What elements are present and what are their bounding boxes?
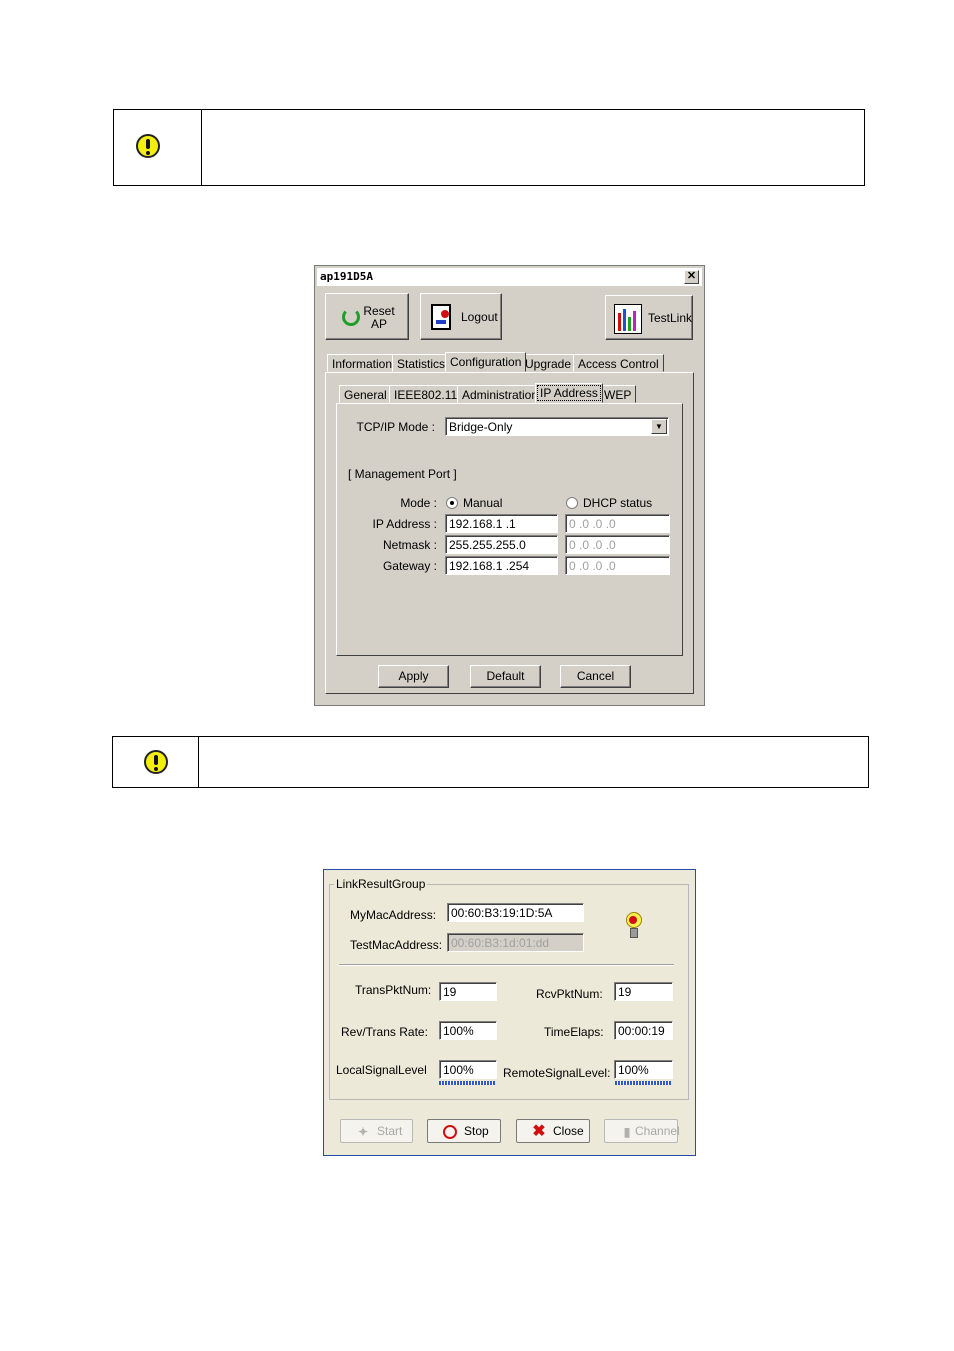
gateway-field[interactable]: 192.168.1 .254 xyxy=(445,556,558,575)
testlink-button[interactable]: TestLink xyxy=(605,295,693,340)
rcv-pkt-field[interactable]: 19 xyxy=(614,982,673,1001)
subtab-ieee80211[interactable]: IEEE802.11 xyxy=(389,385,463,403)
link-test-dialog: LinkResultGroup MyMacAddress: 00:60:B3:1… xyxy=(323,869,696,1156)
dialog-title: ap191D5A xyxy=(320,270,373,283)
warning-icon xyxy=(144,750,168,774)
close-button[interactable]: ✖ Close xyxy=(516,1119,590,1143)
ip-address-field[interactable]: 192.168.1 .1 xyxy=(445,514,558,533)
reset-ap-button[interactable]: Reset AP xyxy=(325,293,409,340)
testlink-label: TestLink xyxy=(648,311,693,325)
door-icon xyxy=(431,304,451,330)
stop-label: Stop xyxy=(464,1124,489,1138)
walker-icon: ✦ xyxy=(357,1125,369,1139)
management-port-label: [ Management Port ] xyxy=(348,467,457,481)
close-icon[interactable]: ✕ xyxy=(684,270,699,284)
time-elaps-label: TimeElaps: xyxy=(544,1025,604,1039)
dhcp-gateway-field: 0 .0 .0 .0 xyxy=(565,556,670,575)
channel-label: Channel xyxy=(635,1124,680,1138)
close-icon: ✖ xyxy=(532,1123,546,1140)
mode-dhcp-label: DHCP status xyxy=(583,496,653,510)
channel-icon: ▮ xyxy=(623,1125,631,1139)
default-button[interactable]: Default xyxy=(470,665,541,688)
rate-label: Rev/Trans Rate: xyxy=(341,1025,428,1039)
channel-button[interactable]: ▮ Channel xyxy=(604,1119,680,1143)
remote-signal-field[interactable]: 100% xyxy=(614,1060,673,1079)
stop-button[interactable]: Stop xyxy=(427,1119,501,1143)
netmask-label: Netmask : xyxy=(382,538,437,552)
trans-pkt-field[interactable]: 19 xyxy=(439,982,497,1001)
reset-label-line2: AP xyxy=(370,317,387,331)
local-signal-meter xyxy=(439,1081,495,1085)
subtab-general[interactable]: General xyxy=(339,385,392,403)
warning-note-2 xyxy=(112,736,869,788)
local-signal-field[interactable]: 100% xyxy=(439,1060,497,1079)
mode-manual-label: Manual xyxy=(463,496,503,510)
chevron-down-icon[interactable]: ▼ xyxy=(651,419,667,434)
warning-note-1 xyxy=(113,109,865,186)
apply-button[interactable]: Apply xyxy=(378,665,449,688)
tab-statistics[interactable]: Statistics xyxy=(392,354,451,372)
subtab-administration[interactable]: Administration xyxy=(457,385,544,403)
ap-config-dialog: ap191D5A ✕ Reset AP Logout TestLink Info… xyxy=(314,265,705,706)
ip-address-label: IP Address : xyxy=(372,517,437,531)
test-mac-field: 00:60:B3:1d:01:dd xyxy=(447,933,584,952)
my-mac-field[interactable]: 00:60:B3:19:1D:5A xyxy=(447,903,584,922)
my-mac-label: MyMacAddress: xyxy=(350,908,437,922)
subtab-wep[interactable]: WEP xyxy=(599,385,637,403)
lightbulb-icon xyxy=(625,912,643,940)
tab-configuration[interactable]: Configuration xyxy=(445,352,527,372)
logout-label: Logout xyxy=(461,310,498,324)
trans-pkt-label: TransPktNum: xyxy=(355,983,432,997)
remote-signal-label: RemoteSignalLevel: xyxy=(503,1066,611,1080)
rcv-pkt-label: RcvPktNum: xyxy=(536,987,603,1001)
tab-upgrade[interactable]: Upgrade xyxy=(520,354,577,372)
test-mac-label: TestMacAddress: xyxy=(350,938,443,952)
gateway-label: Gateway : xyxy=(382,559,437,573)
mode-dhcp-radio[interactable] xyxy=(566,497,578,509)
stop-icon xyxy=(443,1125,457,1139)
group-separator xyxy=(339,964,674,966)
tab-access-control[interactable]: Access Control xyxy=(573,354,664,372)
logout-button[interactable]: Logout xyxy=(420,293,502,340)
mode-manual-radio[interactable] xyxy=(446,497,458,509)
refresh-icon xyxy=(342,308,360,326)
tcpip-mode-select[interactable]: Bridge-Only xyxy=(445,417,669,436)
close-label: Close xyxy=(553,1124,584,1138)
link-result-group-title: LinkResultGroup xyxy=(334,877,428,891)
warning-icon xyxy=(136,134,160,158)
tcpip-mode-label: TCP/IP Mode : xyxy=(356,420,435,434)
subtab-ip-address[interactable]: IP Address xyxy=(535,383,603,403)
netmask-field[interactable]: 255.255.255.0 xyxy=(445,535,558,554)
tab-information[interactable]: Information xyxy=(327,354,398,372)
cancel-button[interactable]: Cancel xyxy=(560,665,631,688)
start-label: Start xyxy=(377,1124,403,1138)
local-signal-label: LocalSignalLevel xyxy=(336,1063,427,1077)
time-elaps-field[interactable]: 00:00:19 xyxy=(614,1021,673,1040)
dialog-titlebar: ap191D5A ✕ xyxy=(317,268,702,287)
chart-icon xyxy=(614,304,642,334)
mode-label: Mode : xyxy=(400,496,437,510)
rate-field[interactable]: 100% xyxy=(439,1021,497,1040)
start-button[interactable]: ✦ Start xyxy=(340,1119,413,1143)
dhcp-netmask-field: 0 .0 .0 .0 xyxy=(565,535,670,554)
dhcp-ip-field: 0 .0 .0 .0 xyxy=(565,514,670,533)
remote-signal-meter xyxy=(615,1081,671,1085)
